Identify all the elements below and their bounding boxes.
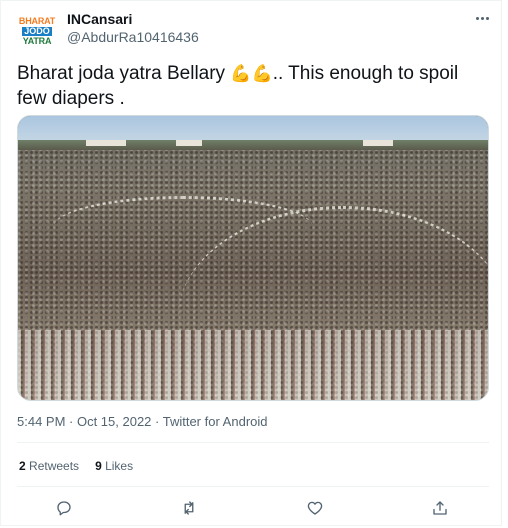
- likes-label: Likes: [105, 459, 134, 473]
- retweets-label: Retweets: [29, 459, 80, 473]
- more-dot: [480, 16, 484, 20]
- flexed-biceps-emoji: 💪💪: [230, 64, 273, 83]
- more-dot: [485, 16, 489, 20]
- tweet-card: BHARAT JODO YATRA INCansari @AbdurRa1041…: [0, 0, 502, 526]
- retweet-icon[interactable]: [178, 497, 200, 519]
- avatar-text-line-3: YATRA: [22, 35, 52, 46]
- more-options-icon[interactable]: [471, 9, 493, 27]
- author-handle[interactable]: @AbdurRa10416436: [67, 29, 199, 45]
- photo-tent: [363, 140, 393, 146]
- divider: [17, 486, 489, 487]
- tweet-text-before: Bharat joda yatra Bellary: [17, 63, 231, 84]
- reply-icon[interactable]: [53, 497, 75, 519]
- photo-tent: [176, 140, 202, 146]
- author-display-name[interactable]: INCansari: [67, 11, 132, 27]
- photo-foreground-crowd: [18, 330, 488, 400]
- more-dot: [475, 16, 479, 20]
- photo-sky: [18, 116, 488, 142]
- tweet-stats: 2 Retweets 9 Likes: [19, 459, 133, 473]
- tweet-timestamp[interactable]: 5:44 PM · Oct 15, 2022 · Twitter for And…: [17, 414, 268, 429]
- likes-count: 9: [95, 459, 102, 473]
- like-icon[interactable]: [304, 497, 326, 519]
- photo-tent: [86, 140, 126, 146]
- share-icon[interactable]: [429, 497, 451, 519]
- avatar-text-line-2: JODO: [22, 25, 52, 36]
- retweets-stat[interactable]: 2 Retweets: [19, 459, 79, 473]
- tweet-text: Bharat joda yatra Bellary 💪💪.. This enou…: [17, 61, 487, 111]
- avatar[interactable]: BHARAT JODO YATRA: [17, 11, 57, 51]
- avatar-text-line-1: BHARAT: [18, 15, 56, 26]
- retweets-count: 2: [19, 459, 26, 473]
- divider: [17, 442, 489, 443]
- tweet-actions-bar: [1, 497, 503, 519]
- likes-stat[interactable]: 9 Likes: [95, 459, 133, 473]
- tweet-media-photo[interactable]: [17, 115, 489, 401]
